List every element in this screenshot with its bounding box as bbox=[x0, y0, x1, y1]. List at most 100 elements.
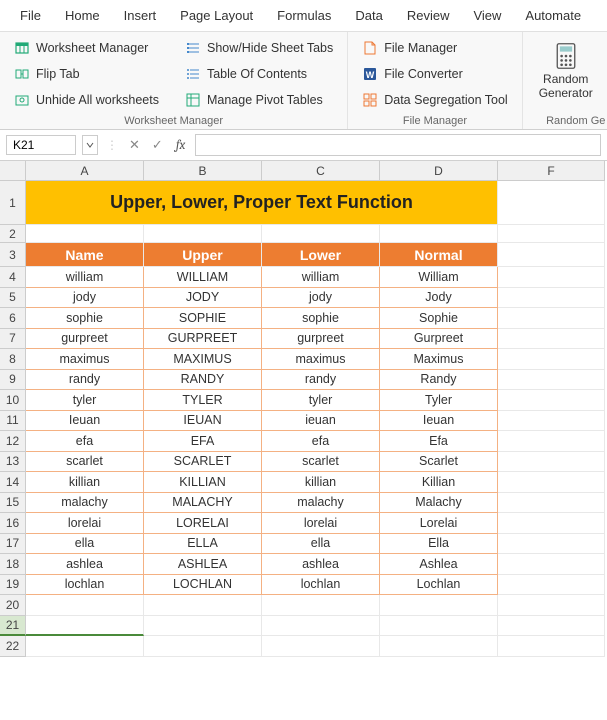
cell-lower-4[interactable]: william bbox=[262, 267, 380, 288]
cell-normal-8[interactable]: Maximus bbox=[380, 349, 498, 370]
row-head-7[interactable]: 7 bbox=[0, 329, 26, 350]
row-head-13[interactable]: 13 bbox=[0, 452, 26, 473]
cell-f11[interactable] bbox=[498, 411, 605, 432]
cell-B22[interactable] bbox=[144, 636, 262, 657]
row-head-8[interactable]: 8 bbox=[0, 349, 26, 370]
row-head-20[interactable]: 20 bbox=[0, 595, 26, 616]
row-head-12[interactable]: 12 bbox=[0, 431, 26, 452]
menu-insert[interactable]: Insert bbox=[112, 4, 169, 27]
cell-normal-6[interactable]: Sophie bbox=[380, 308, 498, 329]
col-head-F[interactable]: F bbox=[498, 161, 605, 181]
cell-A21[interactable] bbox=[26, 616, 144, 637]
select-all-corner[interactable] bbox=[0, 161, 26, 181]
cell-normal-17[interactable]: Ella bbox=[380, 534, 498, 555]
name-box-dropdown[interactable] bbox=[82, 135, 98, 155]
formula-bar[interactable] bbox=[195, 134, 601, 156]
cell-upper-4[interactable]: WILLIAM bbox=[144, 267, 262, 288]
cell-name-14[interactable]: killian bbox=[26, 472, 144, 493]
cell-name-10[interactable]: tyler bbox=[26, 390, 144, 411]
cell-name-8[interactable]: maximus bbox=[26, 349, 144, 370]
cell-lower-18[interactable]: ashlea bbox=[262, 554, 380, 575]
cell-F22[interactable] bbox=[498, 636, 605, 657]
cell-f4[interactable] bbox=[498, 267, 605, 288]
cell-normal-13[interactable]: Scarlet bbox=[380, 452, 498, 473]
cell-B20[interactable] bbox=[144, 595, 262, 616]
cancel-formula-button[interactable]: ✕ bbox=[126, 137, 143, 153]
cell-lower-15[interactable]: malachy bbox=[262, 493, 380, 514]
cell-normal-9[interactable]: Randy bbox=[380, 370, 498, 391]
row-head-2[interactable]: 2 bbox=[0, 225, 26, 243]
cell-normal-12[interactable]: Efa bbox=[380, 431, 498, 452]
cell-D21[interactable] bbox=[380, 616, 498, 637]
cell-upper-6[interactable]: SOPHIE bbox=[144, 308, 262, 329]
cell-normal-5[interactable]: Jody bbox=[380, 288, 498, 309]
cell-name-9[interactable]: randy bbox=[26, 370, 144, 391]
row-head-10[interactable]: 10 bbox=[0, 390, 26, 411]
cell-upper-11[interactable]: IEUAN bbox=[144, 411, 262, 432]
cell-upper-5[interactable]: JODY bbox=[144, 288, 262, 309]
cell-lower-9[interactable]: randy bbox=[262, 370, 380, 391]
header-normal[interactable]: Normal bbox=[380, 243, 498, 267]
btn-worksheet-manager[interactable]: Worksheet Manager bbox=[10, 38, 163, 58]
fx-button[interactable]: fx bbox=[172, 138, 190, 153]
header-lower[interactable]: Lower bbox=[262, 243, 380, 267]
col-head-B[interactable]: B bbox=[144, 161, 262, 181]
row-head-21[interactable]: 21 bbox=[0, 616, 26, 637]
btn-data-segregation-tool[interactable]: Data Segregation Tool bbox=[358, 90, 511, 110]
header-upper[interactable]: Upper bbox=[144, 243, 262, 267]
row-head-15[interactable]: 15 bbox=[0, 493, 26, 514]
cell-lower-8[interactable]: maximus bbox=[262, 349, 380, 370]
cell-name-7[interactable]: gurpreet bbox=[26, 329, 144, 350]
cell-normal-11[interactable]: Ieuan bbox=[380, 411, 498, 432]
btn-manage-pivot-tables[interactable]: Manage Pivot Tables bbox=[181, 90, 337, 110]
cell-lower-17[interactable]: ella bbox=[262, 534, 380, 555]
cell-normal-7[interactable]: Gurpreet bbox=[380, 329, 498, 350]
menu-data[interactable]: Data bbox=[343, 4, 394, 27]
cell-f18[interactable] bbox=[498, 554, 605, 575]
header-name[interactable]: Name bbox=[26, 243, 144, 267]
btn-unhide-all-worksheets[interactable]: Unhide All worksheets bbox=[10, 90, 163, 110]
cell-normal-4[interactable]: William bbox=[380, 267, 498, 288]
row-head-11[interactable]: 11 bbox=[0, 411, 26, 432]
cell-lower-19[interactable]: lochlan bbox=[262, 575, 380, 596]
cell-f16[interactable] bbox=[498, 513, 605, 534]
row-head-16[interactable]: 16 bbox=[0, 513, 26, 534]
cell-C22[interactable] bbox=[262, 636, 380, 657]
cell-upper-7[interactable]: GURPREET bbox=[144, 329, 262, 350]
cell-f9[interactable] bbox=[498, 370, 605, 391]
cell-f15[interactable] bbox=[498, 493, 605, 514]
cell-upper-18[interactable]: ASHLEA bbox=[144, 554, 262, 575]
menu-file[interactable]: File bbox=[8, 4, 53, 27]
cell-F20[interactable] bbox=[498, 595, 605, 616]
cell-name-6[interactable]: sophie bbox=[26, 308, 144, 329]
col-head-C[interactable]: C bbox=[262, 161, 380, 181]
row-head-4[interactable]: 4 bbox=[0, 267, 26, 288]
cell-normal-18[interactable]: Ashlea bbox=[380, 554, 498, 575]
btn-file-manager[interactable]: File Manager bbox=[358, 38, 511, 58]
cell-normal-10[interactable]: Tyler bbox=[380, 390, 498, 411]
cell-upper-10[interactable]: TYLER bbox=[144, 390, 262, 411]
menu-formulas[interactable]: Formulas bbox=[265, 4, 343, 27]
cell-f14[interactable] bbox=[498, 472, 605, 493]
menu-home[interactable]: Home bbox=[53, 4, 112, 27]
cell-lower-11[interactable]: ieuan bbox=[262, 411, 380, 432]
btn-show-hide-sheet-tabs[interactable]: Show/Hide Sheet Tabs bbox=[181, 38, 337, 58]
cell-name-5[interactable]: jody bbox=[26, 288, 144, 309]
cell-lower-12[interactable]: efa bbox=[262, 431, 380, 452]
cell-lower-13[interactable]: scarlet bbox=[262, 452, 380, 473]
name-box[interactable] bbox=[6, 135, 76, 155]
menu-view[interactable]: View bbox=[461, 4, 513, 27]
cell-f10[interactable] bbox=[498, 390, 605, 411]
row-head-1[interactable]: 1 bbox=[0, 181, 26, 225]
cell-A2[interactable] bbox=[26, 225, 144, 243]
cell-upper-9[interactable]: RANDY bbox=[144, 370, 262, 391]
cell-D2[interactable] bbox=[380, 225, 498, 243]
row-head-6[interactable]: 6 bbox=[0, 308, 26, 329]
cell-normal-16[interactable]: Lorelai bbox=[380, 513, 498, 534]
cell-C21[interactable] bbox=[262, 616, 380, 637]
cell-lower-10[interactable]: tyler bbox=[262, 390, 380, 411]
col-head-D[interactable]: D bbox=[380, 161, 498, 181]
btn-table-of-contents[interactable]: Table Of Contents bbox=[181, 64, 337, 84]
title-cell[interactable]: Upper, Lower, Proper Text Function bbox=[26, 181, 498, 225]
row-head-5[interactable]: 5 bbox=[0, 288, 26, 309]
